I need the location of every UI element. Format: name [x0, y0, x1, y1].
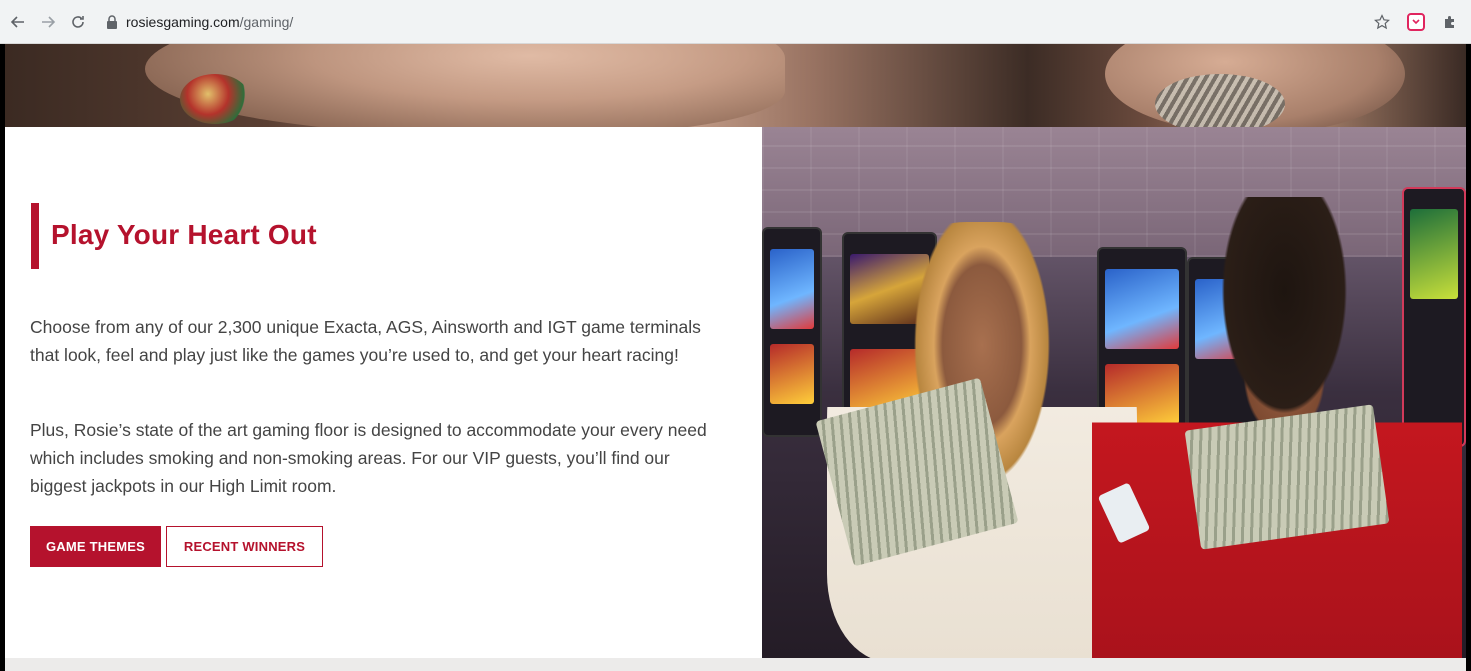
frame-right-border: [1466, 44, 1471, 671]
pocket-extension-icon: [1407, 13, 1425, 31]
bracelet-shape: [1155, 74, 1285, 127]
address-bar[interactable]: rosiesgaming.com/gaming/: [102, 6, 1340, 37]
recent-winners-button[interactable]: RECENT WINNERS: [166, 526, 323, 567]
extensions-button[interactable]: [1437, 9, 1463, 35]
ring-shape: [180, 74, 250, 124]
page-title: Play Your Heart Out: [51, 219, 317, 250]
next-section-strip: [5, 658, 1466, 671]
lock-icon: [107, 14, 117, 29]
game-themes-button[interactable]: GAME THEMES: [30, 526, 161, 567]
puzzle-extension-icon: [1445, 16, 1454, 28]
casino-winners-photo: [762, 127, 1466, 658]
url-path: /gaming/: [239, 13, 294, 30]
pocket-extension-button[interactable]: [1403, 9, 1429, 35]
reload-icon: [72, 15, 84, 28]
forward-button[interactable]: [36, 10, 60, 34]
browser-toolbar: rosiesgaming.com/gaming/: [0, 0, 1471, 44]
star-icon: [1374, 14, 1390, 30]
hero-image-strip: [5, 44, 1466, 127]
back-button[interactable]: [6, 10, 30, 34]
slot-machine: [762, 227, 822, 437]
forward-arrow-icon: [42, 15, 56, 28]
heading-accent-bar: [31, 203, 39, 269]
reload-button[interactable]: [66, 10, 90, 34]
url-host: rosiesgaming.com: [126, 13, 240, 30]
details-paragraph: Plus, Rosie’s state of the art gaming fl…: [30, 420, 707, 496]
content-section: Play Your Heart Out Choose from any of o…: [5, 127, 762, 658]
back-arrow-icon: [10, 15, 24, 28]
bookmark-button[interactable]: [1369, 9, 1395, 35]
intro-paragraph: Choose from any of our 2,300 unique Exac…: [30, 317, 701, 365]
